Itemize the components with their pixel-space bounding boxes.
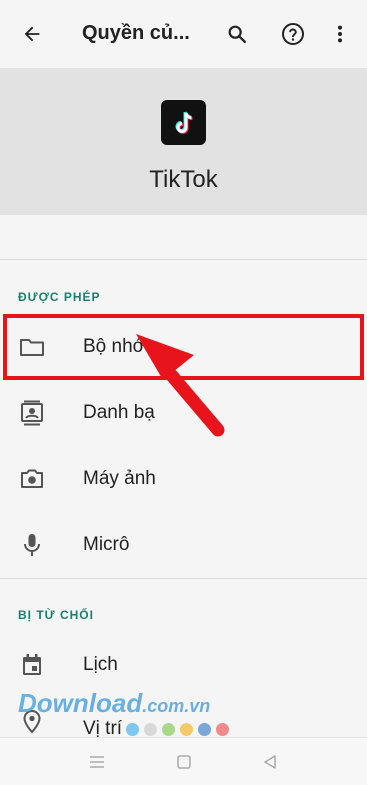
section-label-denied: BỊ TỪ CHỐI — [18, 608, 94, 622]
search-icon[interactable] — [223, 20, 251, 48]
camera-icon — [18, 465, 46, 493]
permission-label: Danh bạ — [83, 402, 155, 423]
watermark-dot — [126, 723, 139, 736]
permission-label: Lịch — [83, 654, 118, 675]
permission-label: Máy ảnh — [83, 468, 156, 489]
page-title: Quyền củ... — [82, 22, 190, 44]
permission-row-microphone[interactable]: Micrô — [0, 513, 367, 577]
microphone-icon — [18, 531, 46, 559]
system-nav-bar — [0, 737, 367, 785]
divider — [0, 578, 367, 579]
highlight-box — [3, 314, 364, 380]
watermark-logo: Download.com.vn — [18, 688, 211, 718]
app-bar: Quyền củ... — [0, 0, 367, 68]
watermark-dots — [126, 723, 229, 736]
menu-lines-icon[interactable] — [86, 751, 108, 773]
tiktok-logo-icon — [161, 100, 206, 145]
permission-label: Micrô — [83, 534, 130, 555]
watermark-dot — [198, 723, 211, 736]
section-label-allowed: ĐƯỢC PHÉP — [18, 290, 101, 304]
watermark-dot — [180, 723, 193, 736]
triangle-back-icon[interactable] — [259, 751, 281, 773]
more-vertical-icon[interactable] — [326, 20, 354, 48]
watermark-dot — [216, 723, 229, 736]
calendar-icon — [18, 651, 46, 679]
contacts-icon — [18, 399, 46, 427]
permission-row-contacts[interactable]: Danh bạ — [0, 381, 367, 445]
divider — [0, 259, 367, 260]
watermark-dot — [162, 723, 175, 736]
watermark-dot — [144, 723, 157, 736]
app-name: TikTok — [149, 166, 218, 193]
help-circle-icon[interactable] — [279, 20, 307, 48]
arrow-left-icon[interactable] — [18, 20, 46, 48]
square-icon[interactable] — [173, 751, 195, 773]
permission-row-camera[interactable]: Máy ảnh — [0, 447, 367, 511]
